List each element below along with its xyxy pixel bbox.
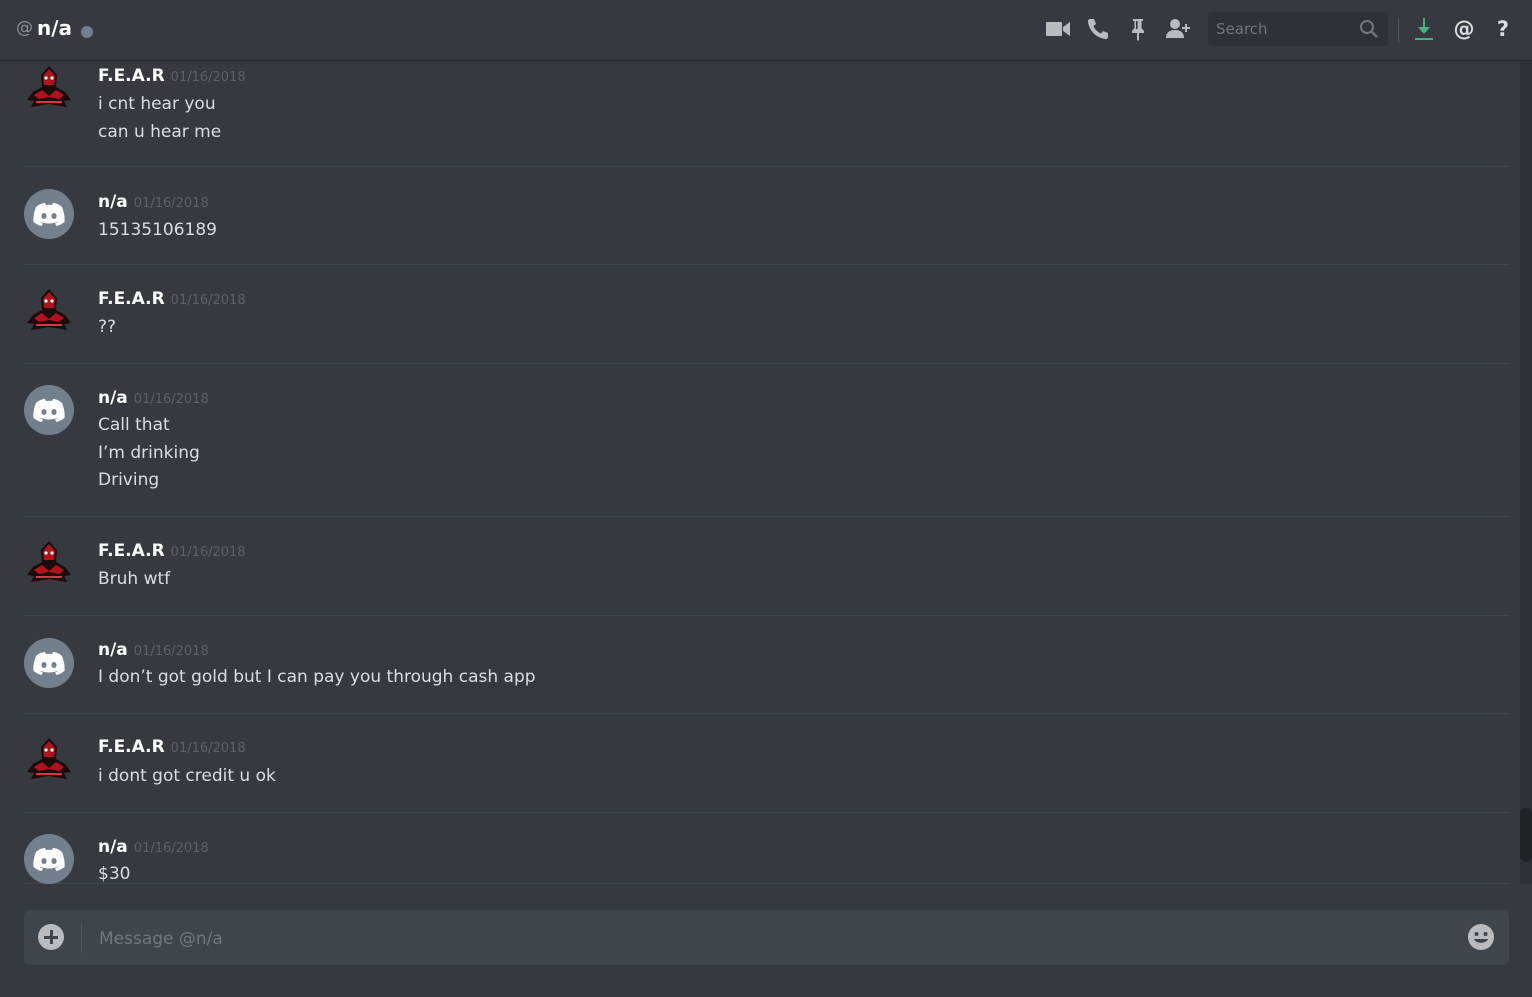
message-text: Call that: [98, 415, 170, 435]
channel-header: @ n/a @ ?: [0, 0, 1532, 60]
message-text: can u hear me: [98, 122, 222, 142]
svg-text:?: ?: [1497, 17, 1509, 41]
message-text: Bruh wtf: [98, 569, 171, 589]
message-group: F.E.A.R 01/16/2018 i dont got credit u ok: [24, 713, 1509, 813]
timestamp: 01/16/2018: [133, 392, 209, 407]
at-icon: @: [16, 18, 33, 38]
message-group: F.E.A.R 01/16/2018 i cnt hear you can u h…: [24, 61, 1509, 167]
message-group: n/a 01/16/2018 Call that I’m drinking Dri…: [24, 363, 1509, 517]
message-group: F.E.A.R 01/16/2018 ??: [24, 264, 1509, 364]
discord-avatar[interactable]: [24, 189, 74, 239]
timestamp: 01/16/2018: [170, 741, 246, 756]
status-indicator: [81, 26, 93, 38]
video-camera-icon[interactable]: [1045, 16, 1071, 42]
timestamp: 01/16/2018: [133, 196, 209, 211]
username[interactable]: n/a: [98, 837, 128, 857]
username[interactable]: F.E.A.R: [98, 737, 165, 757]
composer-divider: [81, 922, 82, 953]
message-text: i cnt hear you: [98, 94, 216, 114]
message-list: F.E.A.R 01/16/2018 i cnt hear you can u h…: [0, 61, 1520, 884]
message-text: ??: [98, 317, 117, 337]
scrollbar-track[interactable]: [1520, 61, 1532, 884]
pin-icon[interactable]: [1125, 16, 1151, 42]
username[interactable]: F.E.A.R: [98, 541, 165, 561]
emoji-icon[interactable]: [1467, 923, 1495, 951]
timestamp: 01/16/2018: [170, 293, 246, 308]
search-input[interactable]: [1208, 12, 1366, 46]
download-icon[interactable]: [1411, 16, 1437, 42]
message-text: Driving: [98, 470, 160, 490]
message-composer: [24, 910, 1509, 967]
message-text: $30: [98, 864, 131, 884]
search-icon[interactable]: [1359, 19, 1379, 39]
search-box[interactable]: [1208, 12, 1388, 46]
add-attachment-icon[interactable]: [38, 924, 64, 950]
discord-avatar[interactable]: [24, 638, 74, 688]
message-group: F.E.A.R 01/16/2018 Bruh wtf: [24, 516, 1509, 616]
help-icon[interactable]: ?: [1490, 16, 1516, 42]
timestamp: 01/16/2018: [133, 841, 209, 856]
username[interactable]: F.E.A.R: [98, 66, 165, 86]
mention-icon[interactable]: @: [1451, 16, 1477, 42]
discord-avatar[interactable]: [24, 834, 74, 884]
timestamp: 01/16/2018: [170, 545, 246, 560]
username[interactable]: n/a: [98, 640, 128, 660]
fear-avatar[interactable]: [24, 63, 74, 113]
message-group: n/a 01/16/2018 I don’t got gold but I can…: [24, 615, 1509, 714]
timestamp: 01/16/2018: [133, 644, 209, 659]
message-group: n/a 01/16/2018 15135106189: [24, 166, 1509, 265]
message-group: n/a 01/16/2018 $30: [24, 812, 1509, 884]
message-text: 15135106189: [98, 220, 217, 240]
channel-title: n/a: [37, 16, 73, 40]
message-text: i dont got credit u ok: [98, 766, 276, 786]
add-friend-icon[interactable]: [1165, 16, 1191, 42]
username[interactable]: n/a: [98, 192, 128, 212]
fear-avatar[interactable]: [24, 538, 74, 588]
message-text: I’m drinking: [98, 443, 200, 463]
message-text: I don’t got gold but I can pay you throu…: [98, 667, 536, 687]
username[interactable]: n/a: [98, 388, 128, 408]
fear-avatar[interactable]: [24, 735, 74, 785]
scrollbar-thumb[interactable]: [1520, 808, 1532, 862]
phone-icon[interactable]: [1085, 16, 1111, 42]
header-divider: [1398, 18, 1399, 42]
message-input[interactable]: [97, 910, 1451, 967]
discord-avatar[interactable]: [24, 385, 74, 435]
timestamp: 01/16/2018: [170, 70, 246, 85]
fear-avatar[interactable]: [24, 286, 74, 336]
svg-text:@: @: [1454, 17, 1475, 41]
username[interactable]: F.E.A.R: [98, 289, 165, 309]
